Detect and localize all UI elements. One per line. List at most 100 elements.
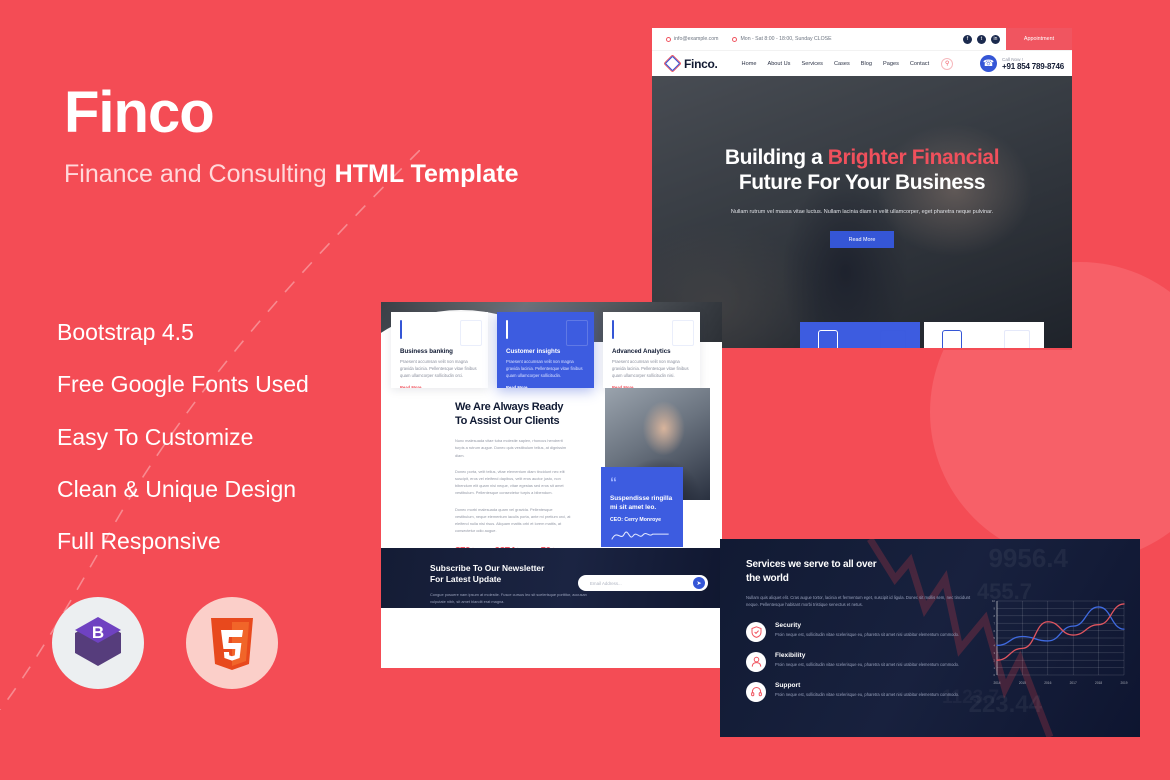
html5-icon	[211, 618, 253, 670]
subtitle-bold: HTML Template	[334, 160, 519, 188]
bank-doc-icon	[400, 320, 402, 339]
hero-paragraph: Nullam rutrum vel massa vitae luctus. Nu…	[730, 208, 994, 215]
service-title: Customer insights	[506, 348, 561, 355]
newsletter-line2: For Latest Update	[430, 574, 502, 585]
svg-text:2: 2	[993, 658, 995, 662]
nav-item-pages[interactable]: Pages	[883, 61, 899, 67]
bootstrap-badge: B	[52, 597, 144, 689]
ghost-chart-icon	[672, 320, 694, 346]
testimonial-author: CEO: Cerry Monroye	[610, 517, 662, 524]
paper-plane-icon[interactable]: ➤	[693, 577, 705, 589]
nav-item-contact[interactable]: Contact	[910, 61, 929, 67]
service-title: Advanced Analytics	[612, 348, 671, 355]
dark-mockup: 9956.4 455.7 223.44 1123.7 Services we s…	[720, 539, 1140, 737]
service-title: Business banking	[400, 348, 453, 355]
newsletter-text: Congue posuere nam ipsum at molestie. Fu…	[430, 591, 587, 604]
svg-text:2015: 2015	[1019, 681, 1026, 685]
facebook-icon[interactable]: f	[963, 34, 972, 44]
service-text: Praesent accumsan velit non magna gravid…	[400, 359, 477, 378]
service-read-more[interactable]: Read More	[506, 385, 585, 388]
document-icon	[818, 330, 838, 348]
svg-text:8: 8	[993, 614, 995, 618]
feature-title: Flexibility	[775, 652, 806, 660]
hero-line1-b: Brighter Financial	[827, 146, 1000, 169]
svg-text:1: 1	[993, 666, 995, 670]
svg-text:2018: 2018	[1095, 681, 1102, 685]
service-text: Praesent accumsan velit non magna gravid…	[612, 359, 689, 378]
mid-body: Business banking Praesent accumsan velit…	[381, 312, 722, 608]
appointment-button[interactable]: Appointment	[1006, 28, 1072, 50]
dark-heading-line2: the world	[746, 572, 789, 584]
hero-read-more-button[interactable]: Read More	[830, 231, 894, 249]
nav-item-services[interactable]: Services	[801, 61, 822, 67]
newsletter-form[interactable]: Email Address... ➤	[578, 575, 708, 591]
mid-mockup: Business banking Praesent accumsan velit…	[381, 302, 722, 668]
svg-text:10: 10	[992, 599, 996, 603]
service-cards: Business banking Praesent accumsan velit…	[391, 312, 700, 388]
linkedin-icon[interactable]: in	[991, 34, 1000, 44]
tech-badges: B	[52, 597, 278, 689]
svg-text:2019: 2019	[1120, 681, 1127, 685]
promo-block: Finco Finance and Consulting HTML Templat…	[64, 84, 534, 189]
hero-card-white[interactable]	[924, 322, 1044, 348]
call-number[interactable]: +91 854 789-8746	[1002, 62, 1064, 71]
service-card[interactable]: Business banking Praesent accumsan velit…	[391, 312, 488, 388]
testimonial-text: Suspendisse ringilla mi sit amet leo.	[610, 495, 673, 511]
insights-icon	[506, 320, 508, 339]
ghost-doc-icon	[1004, 330, 1030, 348]
nav-item-home[interactable]: Home	[742, 61, 757, 67]
topbar-hours: Mon - Sat 8:00 - 18:00, Sunday CLOSE	[732, 36, 832, 42]
hero-line2: Future For Your Business	[738, 170, 986, 194]
service-card[interactable]: Advanced Analytics Praesent accumsan vel…	[603, 312, 700, 388]
html5-badge	[186, 597, 278, 689]
dark-heading-line1: Services we serve to all over	[746, 559, 877, 570]
email-input[interactable]: Email Address...	[590, 581, 693, 586]
chart-doc-icon	[942, 330, 962, 348]
social-links: f t in	[963, 34, 1000, 44]
finco-logo-icon	[663, 54, 682, 73]
svg-text:0: 0	[993, 673, 995, 677]
hero-headline: Building a Brighter Financial Future For…	[652, 146, 1072, 196]
nav-menu: Home About Us Services Cases Blog Pages …	[742, 61, 930, 67]
feature-text: Proin neque est, sollicitudin vitae scel…	[775, 692, 960, 698]
twitter-icon[interactable]: t	[977, 34, 986, 44]
page-title: Finco	[64, 80, 215, 145]
nav-item-blog[interactable]: Blog	[861, 61, 872, 67]
feature-text: Proin neque est, sollicitudin vitae scel…	[775, 662, 960, 668]
list-item: Security Proin neque est, sollicitudin v…	[746, 622, 976, 643]
finco-logo-text[interactable]: Finco.	[684, 57, 718, 71]
analytics-icon	[612, 320, 614, 339]
list-item: Flexibility Proin neque est, sollicitudi…	[746, 652, 976, 673]
search-icon[interactable]: ⚲	[941, 57, 954, 70]
subtitle-light: Finance and Consulting	[64, 160, 327, 188]
ghost-doc-icon	[880, 330, 906, 348]
hero-card-blue[interactable]	[800, 322, 920, 348]
ghost-doc-icon	[566, 320, 588, 346]
signature-icon	[611, 532, 669, 541]
line-chart: 2014 2015 2016 2017 2018 2019 0 1 2 3 4 5 6 7 8 9 10	[992, 599, 1128, 685]
feature-text: Proin neque est, sollicitudin vitae scel…	[775, 632, 960, 638]
dark-heading: Services we serve to all over the world	[746, 558, 976, 586]
mockup-navbar: Finco. Home About Us Services Cases Blog…	[652, 50, 1072, 76]
newsletter-line1: Subscribe To Our Newsletter	[430, 563, 545, 573]
hero-content: Building a Brighter Financial Future For…	[652, 146, 1072, 249]
service-read-more[interactable]: Read More	[400, 385, 479, 388]
ghost-doc-icon	[460, 320, 482, 346]
quote-icon: “	[610, 474, 617, 490]
service-text: Praesent accumsan velit non magna gravid…	[506, 359, 583, 378]
dark-paragraph: Nullam quis aliquet elit. Cras augue tor…	[746, 594, 971, 608]
svg-text:6: 6	[993, 629, 995, 633]
ghost-number: 9956.4	[988, 543, 1068, 573]
nav-item-cases[interactable]: Cases	[834, 61, 850, 67]
dark-content: Services we serve to all over the world …	[746, 558, 976, 712]
svg-text:2016: 2016	[1044, 681, 1051, 685]
svg-text:2014: 2014	[993, 681, 1000, 685]
svg-text:5: 5	[993, 636, 995, 640]
testimonial-card: “ Suspendisse ringilla mi sit amet leo. …	[601, 467, 683, 547]
topbar-email[interactable]: info@example.com	[666, 36, 718, 42]
assist-paragraph-2: Donec porta, velit tellus, vitae element…	[455, 468, 565, 496]
svg-text:7: 7	[993, 621, 995, 625]
nav-item-about[interactable]: About Us	[767, 61, 790, 67]
call-block: ☎ Call Now ! +91 854 789-8746	[980, 55, 1064, 72]
service-card[interactable]: Customer insights Praesent accumsan veli…	[497, 312, 594, 388]
